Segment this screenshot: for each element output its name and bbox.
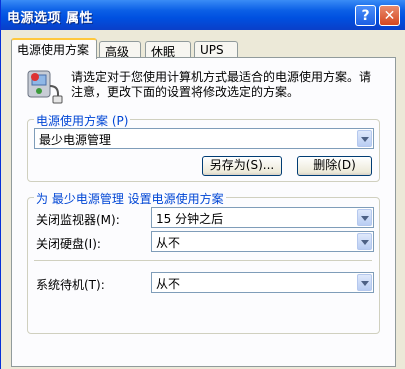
standby-label: 系统待机(T): (36, 278, 105, 292)
chevron-down-icon[interactable] (357, 209, 372, 226)
monitor-label: 关闭监视器(M): (36, 213, 120, 227)
scheme-select[interactable]: 最少电源管理 (34, 128, 374, 149)
power-plug-icon (27, 70, 63, 104)
standby-select[interactable]: 从不 (151, 272, 374, 293)
save-as-button[interactable]: 另存为(S)... (202, 156, 282, 176)
close-button[interactable]: ✕ (379, 5, 400, 26)
disk-label: 关闭硬盘(I): (36, 237, 101, 251)
disk-select[interactable]: 从不 (151, 231, 374, 252)
tab-power-schemes[interactable]: 电源使用方案 (11, 38, 97, 59)
disk-select-value: 从不 (156, 236, 181, 250)
delete-button[interactable]: 删除(D) (297, 156, 372, 176)
help-button[interactable]: ? (355, 5, 376, 26)
standby-select-value: 从不 (156, 277, 181, 291)
scheme-group-legend: 电源使用方案 (P) (34, 112, 131, 129)
description-text: 请选定对于您使用计算机方式最适合的电源使用方案。请注意，更改下面的设置将修改选定… (71, 70, 372, 99)
chevron-down-icon[interactable] (357, 233, 372, 250)
chevron-down-icon[interactable] (357, 274, 372, 291)
chevron-down-icon[interactable] (357, 130, 372, 147)
title-bar[interactable]: 电源选项 属性 ? ✕ (1, 0, 405, 30)
settings-group-legend: 为 最少电源管理 设置电源使用方案 (34, 190, 226, 207)
monitor-select-value: 15 分钟之后 (156, 212, 224, 226)
window-title: 电源选项 属性 (7, 11, 94, 26)
tab-advanced[interactable]: 高级 (99, 41, 141, 59)
power-options-window: 电源选项 属性 ? ✕ 电源使用方案 高级 休眠 UPS 请选定对于您使用计算机… (0, 0, 405, 369)
separator (34, 260, 372, 261)
scheme-select-value: 最少电源管理 (39, 133, 112, 147)
tab-ups[interactable]: UPS (194, 41, 238, 58)
tab-hibernate[interactable]: 休眠 (145, 41, 191, 59)
monitor-select[interactable]: 15 分钟之后 (151, 207, 374, 228)
